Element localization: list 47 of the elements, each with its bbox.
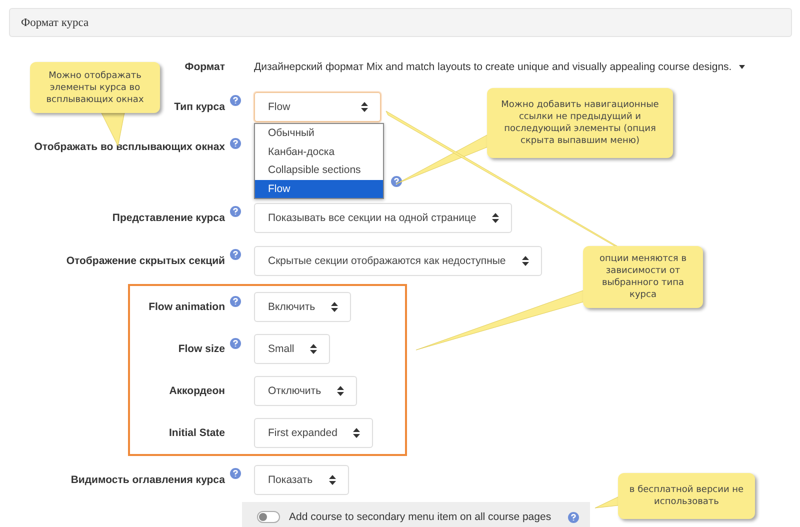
help-icon[interactable] [568,512,580,522]
field-label: Initial State [168,427,225,439]
field-label: Представление курса [111,212,225,224]
field-label: Flow size [177,343,225,355]
select-field[interactable]: Показывать все секции на одной странице [254,202,512,232]
field-label: Тип курса [173,100,225,112]
help-icon[interactable] [230,338,240,349]
callout-note: в бесплатной версии не использовать [618,473,755,519]
select-field[interactable]: Скрытые секции отображаются как недоступные [254,246,542,276]
field-label: Видимость оглавления курса [70,474,225,486]
callout-note: Можно добавить навигационные ссылки не предыдущий и последующий элементы (опция скрыта выпавшим меню) [487,88,673,158]
dropdown-option[interactable]: Collapsible sections [255,161,383,180]
section-header[interactable]: Формат курса [9,8,792,37]
select-field[interactable]: First expanded [254,418,374,448]
caret-icon[interactable] [738,65,745,69]
field-label: Отображение скрытых секций [65,254,225,266]
field-label: Формат [184,61,225,73]
help-icon[interactable] [230,296,240,307]
select-field[interactable]: Small [254,334,330,364]
help-icon[interactable] [230,249,240,260]
sort-caret-icon [361,102,368,112]
select-field[interactable]: Отключить [254,376,358,406]
sort-caret-icon [310,344,318,354]
help-icon[interactable] [230,138,240,149]
help-icon[interactable] [391,176,402,186]
sort-caret-icon [337,386,344,396]
sort-caret-icon [353,428,360,438]
toggle-switch[interactable] [257,511,280,523]
sort-caret-icon [331,302,338,312]
dropdown-option[interactable]: Обычный [255,124,383,142]
help-icon[interactable] [230,95,240,106]
dropdown-option[interactable]: Канбан-доска [255,142,383,161]
sort-caret-icon [328,474,336,484]
callout-note: опции меняются в зависимости от выбранного типа курса [583,246,703,308]
format-value: Дизайнерский формат Mix and match layouts to create unique and visually appealing course designs. [254,61,732,73]
sort-caret-icon [522,256,529,266]
dropdown-option[interactable]: Flow [255,180,383,198]
sort-caret-icon [492,212,500,222]
select-field[interactable]: Flow [254,92,381,122]
select-field[interactable]: Показать [254,464,349,494]
help-icon[interactable] [230,206,240,217]
field-label: Аккордеон [168,385,225,397]
help-icon[interactable] [230,468,240,479]
toggle-label: Add course to secondary menu item on all course pages [289,511,552,523]
field-label: Отображать во всплывающих окнах [33,141,225,153]
field-label: Flow animation [148,301,225,313]
select-field[interactable]: Включить [254,292,352,322]
